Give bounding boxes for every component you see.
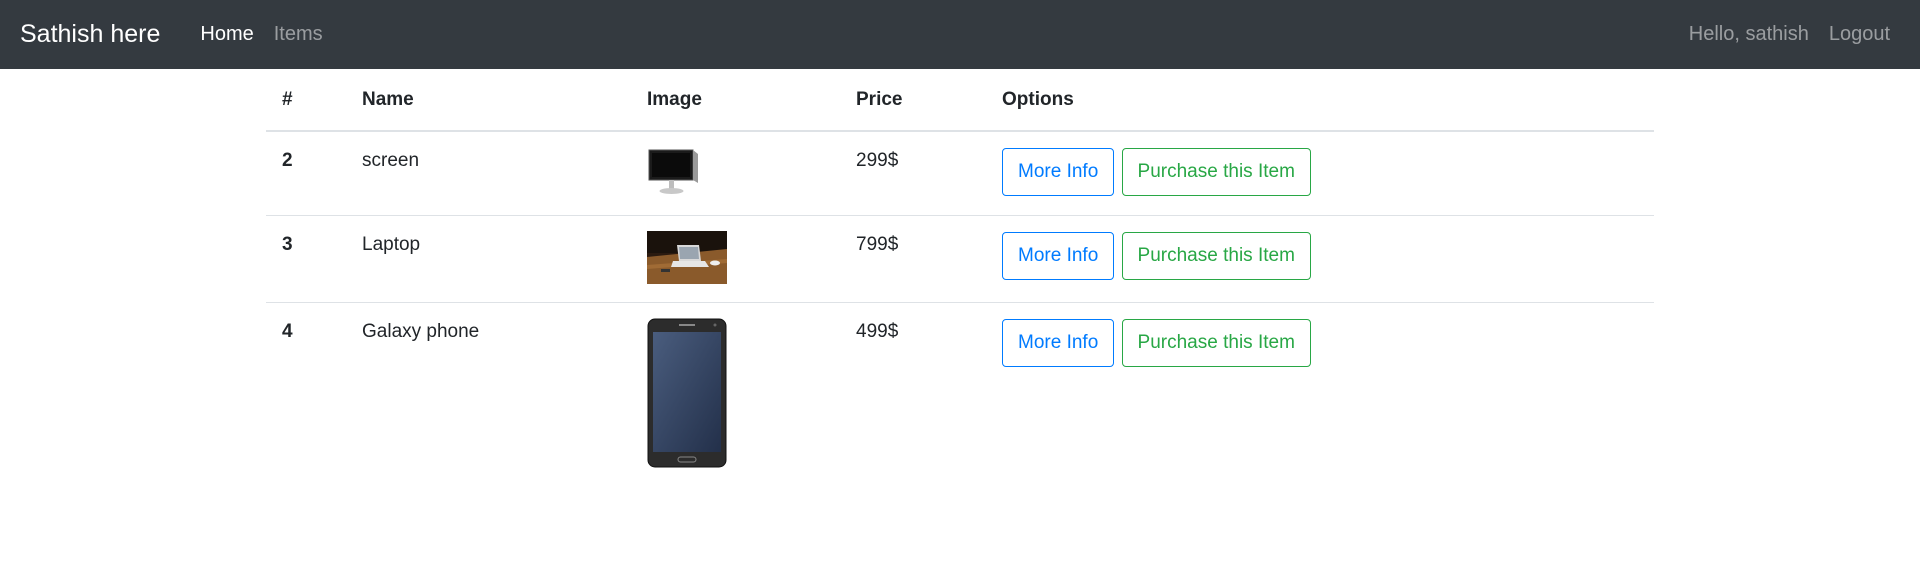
row-image-cell — [631, 131, 840, 215]
nav-left: Sathish here Home Items — [20, 20, 333, 49]
header-name: Name — [346, 69, 631, 132]
row-name: Laptop — [346, 214, 631, 302]
row-id: 3 — [266, 214, 346, 302]
more-info-button[interactable]: More Info — [1002, 318, 1115, 367]
header-number: # — [266, 69, 346, 132]
row-image-cell — [631, 214, 840, 302]
user-greeting[interactable]: Hello, sathish — [1679, 23, 1819, 46]
more-info-button[interactable]: More Info — [1002, 148, 1115, 196]
table-row: 3 Laptop 799$ More Info Purchase this It… — [266, 214, 1654, 302]
header-price: Price — [840, 69, 986, 132]
brand-link[interactable]: Sathish here — [20, 20, 160, 49]
row-image-cell — [631, 301, 840, 486]
row-price: 299$ — [856, 150, 899, 171]
logout-link[interactable]: Logout — [1819, 23, 1900, 46]
purchase-button[interactable]: Purchase this Item — [1121, 231, 1311, 280]
row-price: 799$ — [840, 214, 986, 302]
phone-image — [647, 318, 727, 467]
navbar: Sathish here Home Items Hello, sathish L… — [0, 0, 1920, 69]
row-id: 4 — [266, 301, 346, 486]
row-name: screen — [362, 150, 420, 171]
items-table: # Name Image Price Options 2 screen 299$… — [266, 69, 1654, 486]
nav-link-home[interactable]: Home — [190, 23, 263, 46]
table-header-row: # Name Image Price Options — [266, 69, 1654, 132]
main-container: # Name Image Price Options 2 screen 299$… — [266, 69, 1654, 486]
nav-right: Hello, sathish Logout — [1679, 23, 1900, 46]
row-options: More Info Purchase this Item — [986, 301, 1654, 486]
more-info-button[interactable]: More Info — [1002, 231, 1115, 280]
header-options: Options — [986, 69, 1654, 132]
row-id: 2 — [282, 150, 293, 171]
purchase-button[interactable]: Purchase this Item — [1121, 318, 1311, 367]
row-options: More Info Purchase this Item — [986, 214, 1654, 302]
purchase-button[interactable]: Purchase this Item — [1121, 148, 1311, 196]
row-name: Galaxy phone — [346, 301, 631, 486]
table-row: 4 Galaxy phone 499$ More Info Purchase t… — [266, 301, 1654, 486]
nav-link-items[interactable]: Items — [264, 23, 333, 46]
monitor-image — [648, 149, 698, 194]
laptop-image — [647, 230, 727, 284]
table-row: 2 screen 299$ More Info Purchase this It… — [266, 131, 1654, 215]
row-options: More Info Purchase this Item — [986, 131, 1654, 215]
row-price: 499$ — [840, 301, 986, 486]
header-image: Image — [631, 69, 840, 132]
